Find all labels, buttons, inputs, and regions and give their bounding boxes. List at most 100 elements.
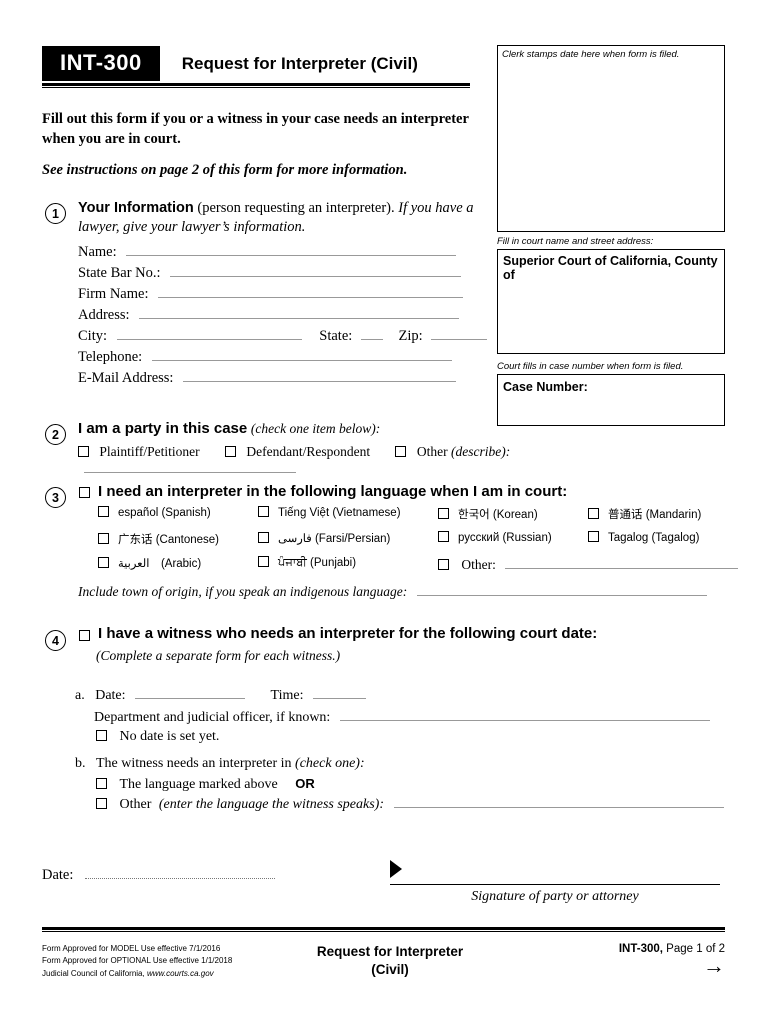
footer-approved-optional: Form Approved for OPTIONAL Use effective… <box>42 956 233 966</box>
language-option-vietnamese[interactable]: Tiếng Việt (Vietnamese) <box>258 506 401 519</box>
signature-caption: Signature of party or attorney <box>471 889 639 904</box>
checkbox-korean[interactable] <box>438 508 449 519</box>
zip-input[interactable] <box>431 327 488 340</box>
checkbox-defendant-respondent[interactable] <box>225 446 236 457</box>
language-option-russian[interactable]: русский (Russian) <box>438 531 552 544</box>
hint-witness-other: (enter the language the witness speaks): <box>158 797 385 812</box>
section-2-number: 2 <box>45 424 66 445</box>
label-defendant-respondent: Defendant/Respondent <box>246 444 371 459</box>
footer-rule <box>42 927 725 932</box>
lead-instruction: Fill out this form if you or a witness i… <box>42 111 469 147</box>
witness-date-input[interactable] <box>135 686 246 699</box>
name-input[interactable] <box>126 243 457 256</box>
indigenous-language-note: Include town of origin, if you speak an … <box>78 584 408 599</box>
witness-date-label: Date: <box>95 688 126 703</box>
item-a-marker: a. <box>75 688 85 703</box>
witness-time-input[interactable] <box>313 686 366 699</box>
court-name-heading: Superior Court of California, County of <box>503 254 718 282</box>
language-option-tagalog[interactable]: Tagalog (Tagalog) <box>588 531 699 544</box>
department-input[interactable] <box>339 708 710 721</box>
language-option-spanish[interactable]: español (Spanish) <box>98 506 211 519</box>
section-4-item-b-row: b. The witness needs an interpreter in (… <box>75 756 365 772</box>
case-number-caption: Court fills in case number when form is … <box>497 361 684 372</box>
section-4-title: I have a witness who needs an interprete… <box>98 625 598 642</box>
checkbox-farsi[interactable] <box>258 532 269 543</box>
checkbox-witness-interpreter[interactable] <box>79 630 90 641</box>
language-option-farsi[interactable]: فارسی (Farsi/Persian) <box>258 531 390 545</box>
checkbox-witness-other-language[interactable] <box>96 798 107 809</box>
label-russian: русский (Russian) <box>458 532 552 544</box>
checkbox-party-other[interactable] <box>395 446 407 457</box>
checkbox-tagalog[interactable] <box>588 531 599 542</box>
checkbox-language-other[interactable] <box>438 559 449 570</box>
footer-approval-info: Form Approved for MODEL Use effective 7/… <box>42 943 232 980</box>
checkbox-vietnamese[interactable] <box>258 506 269 517</box>
field-row-firm-name: Firm Name: <box>78 285 464 303</box>
footer-approved-model: Form Approved for MODEL Use effective 7/… <box>42 944 221 953</box>
section-3-title: I need an interpreter in the following l… <box>98 483 568 500</box>
label-or: OR <box>295 776 315 791</box>
language-option-arabic[interactable]: العربية (Arabic) <box>98 556 201 570</box>
checkbox-plaintiff-petitioner[interactable] <box>78 446 89 457</box>
section-4-subtitle: (Complete a separate form for each witne… <box>96 648 341 663</box>
checkbox-no-date-set[interactable] <box>96 730 107 741</box>
telephone-label: Telephone: <box>78 349 143 365</box>
zip-label: Zip: <box>398 328 423 344</box>
signature-date-label: Date: <box>42 867 74 883</box>
label-vietnamese: Tiếng Việt (Vietnamese) <box>278 507 401 519</box>
label-tagalog: Tagalog (Tagalog) <box>608 532 700 544</box>
checkbox-punjabi[interactable] <box>258 556 269 567</box>
language-other-input[interactable] <box>505 556 739 569</box>
firm-name-label: Firm Name: <box>78 286 149 302</box>
name-label: Name: <box>78 244 117 260</box>
footer-title-line2: (Civil) <box>371 962 409 978</box>
language-option-mandarin[interactable]: 普通话 (Mandarin) <box>588 506 701 522</box>
checkbox-mandarin[interactable] <box>588 508 599 519</box>
language-option-cantonese[interactable]: 广东话 (Cantonese) <box>98 531 219 547</box>
witness-other-language-input[interactable] <box>393 795 724 808</box>
language-option-punjabi[interactable]: ਪੰਜਾਬੀ (Punjabi) <box>258 556 356 570</box>
language-option-other[interactable]: Other: <box>438 556 739 573</box>
department-label: Department and judicial officer, if know… <box>94 710 331 725</box>
checkbox-spanish[interactable] <box>98 506 109 517</box>
email-input[interactable] <box>183 369 457 382</box>
court-name-box[interactable]: Superior Court of California, County of <box>497 249 725 354</box>
address-input[interactable] <box>139 306 460 319</box>
checkbox-arabic[interactable] <box>98 557 109 568</box>
state-input[interactable] <box>360 327 383 340</box>
field-row-name: Name: <box>78 243 457 261</box>
state-label: State: <box>319 328 353 344</box>
checkbox-cantonese[interactable] <box>98 533 109 544</box>
state-bar-input[interactable] <box>170 264 462 277</box>
next-page-arrow-icon: → <box>703 953 725 978</box>
case-number-box[interactable]: Case Number: <box>497 374 725 426</box>
city-input[interactable] <box>116 327 302 340</box>
footer-form-number: INT-300, <box>618 943 663 955</box>
section-4-date-row: a. Date: Time: <box>75 686 366 704</box>
label-witness-other: Other <box>119 797 152 812</box>
label-mandarin: 普通话 (Mandarin) <box>608 509 702 521</box>
language-option-korean[interactable]: 한국어 (Korean) <box>438 506 538 522</box>
form-page: INT-300 Request for Interpreter (Civil) … <box>0 0 770 1024</box>
section-4-department-row: Department and judicial officer, if know… <box>94 708 710 726</box>
indigenous-town-input[interactable] <box>416 583 707 596</box>
witness-language-hint: (check one): <box>295 756 365 771</box>
party-other-input[interactable] <box>84 460 296 473</box>
checkbox-language-marked-above[interactable] <box>96 778 107 789</box>
signature-line[interactable] <box>390 884 720 885</box>
firm-name-input[interactable] <box>158 285 464 298</box>
field-row-state-bar: State Bar No.: <box>78 264 462 282</box>
section-1-title: Your Information <box>78 200 194 216</box>
label-korean: 한국어 (Korean) <box>458 509 538 521</box>
footer-form-title: Request for Interpreter (Civil) <box>255 943 525 979</box>
form-header: INT-300 Request for Interpreter (Civil) <box>42 46 482 81</box>
checkbox-russian[interactable] <box>438 531 449 542</box>
signature-date-input[interactable] <box>85 866 276 879</box>
label-farsi: فارسی (Farsi/Persian) <box>278 533 391 545</box>
checkbox-need-interpreter[interactable] <box>79 487 90 498</box>
field-row-telephone: Telephone: <box>78 348 452 366</box>
field-row-email: E-Mail Address: <box>78 369 457 387</box>
telephone-input[interactable] <box>151 348 452 361</box>
form-title: Request for Interpreter (Civil) <box>181 53 418 73</box>
section-4-no-date-row: No date is set yet. <box>96 729 219 745</box>
